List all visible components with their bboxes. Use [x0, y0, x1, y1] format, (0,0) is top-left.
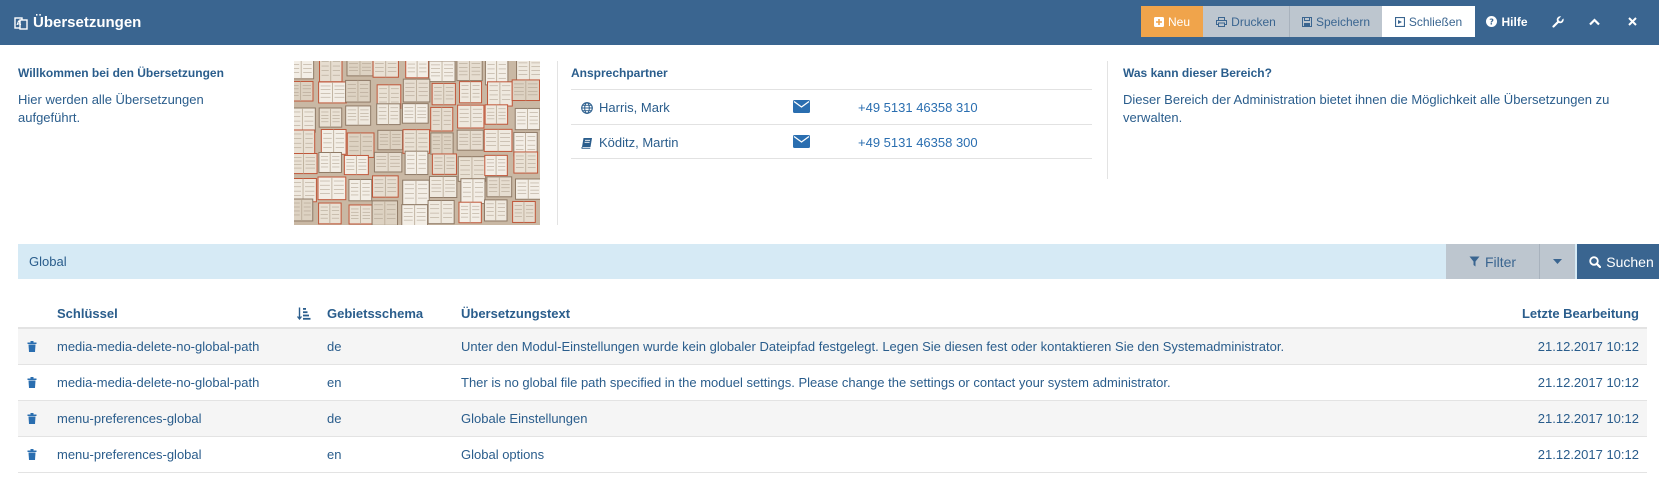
email-link[interactable]: [793, 135, 810, 151]
contact-name: Harris, Mark: [581, 90, 670, 125]
filter-dropdown-button[interactable]: [1539, 244, 1575, 279]
welcome-title: Willkommen bei den Übersetzungen: [18, 66, 224, 80]
last-updated: 21.12.2017 10:12: [1537, 447, 1639, 462]
close-page-button[interactable]: Schließen: [1382, 6, 1475, 37]
svg-text:?: ?: [1490, 18, 1495, 27]
language-icon: A: [14, 16, 28, 30]
translation-key: media-media-delete-no-global-path: [57, 375, 260, 390]
trash-icon: [27, 377, 37, 388]
translation-key: menu-preferences-global: [57, 447, 202, 462]
search-button[interactable]: Suchen: [1577, 244, 1659, 279]
translation-locale: de: [327, 411, 342, 426]
translation-key: menu-preferences-global: [57, 411, 202, 426]
last-updated: 21.12.2017 10:12: [1537, 339, 1639, 354]
close-icon: [1627, 17, 1637, 26]
translation-key: media-media-delete-no-global-path: [57, 339, 260, 354]
sort-button[interactable]: [297, 301, 311, 325]
about-text: Dieser Bereich der Administration bietet…: [1123, 92, 1610, 125]
globe-icon: [581, 101, 593, 114]
column-divider: [557, 61, 558, 225]
last-updated: 21.12.2017 10:12: [1537, 411, 1639, 426]
phone-link[interactable]: +49 5131 46358 300: [858, 125, 978, 160]
collapse-button[interactable]: [1580, 6, 1608, 37]
translation-text: Globale Einstellungen: [461, 411, 588, 426]
filter-icon: [1469, 256, 1480, 267]
save-button[interactable]: Speichern: [1289, 6, 1382, 37]
trash-icon: [27, 413, 37, 424]
contact-row: Köditz, Martin +49 5131 46358 300: [571, 124, 1092, 159]
envelope-icon: [793, 135, 810, 148]
contact-name-text: Harris, Mark: [599, 100, 670, 115]
column-header-text-label: Übersetzungstext: [461, 305, 571, 321]
caret-down-icon: [1553, 259, 1562, 264]
email-link[interactable]: [793, 100, 810, 116]
about-title: Was kann dieser Bereich?: [1123, 66, 1272, 80]
search-button-label: Suchen: [1606, 253, 1654, 270]
search-query[interactable]: Global: [29, 244, 67, 279]
settings-button[interactable]: [1544, 6, 1572, 37]
contacts-title: Ansprechpartner: [571, 66, 668, 80]
app-header: A Übersetzungen Neu Drucken Speichern Sc…: [0, 0, 1659, 45]
sort-amount-icon: [297, 307, 311, 320]
search-icon: [1589, 255, 1602, 268]
contact-name-text: Köditz, Martin: [599, 135, 679, 150]
close-window-icon: [1394, 16, 1405, 27]
new-button[interactable]: Neu: [1141, 6, 1203, 37]
contact-name: Köditz, Martin: [581, 125, 678, 160]
save-icon: [1301, 16, 1312, 27]
delete-button[interactable]: [27, 365, 37, 400]
table-row[interactable]: menu-preferences-global en Global option…: [18, 437, 1647, 473]
welcome-text: Hier werden alle Übersetzungen aufgeführ…: [18, 92, 204, 125]
filter-button[interactable]: Filter: [1446, 244, 1539, 279]
column-header-locale[interactable]: Gebietsschema: [327, 301, 423, 325]
page-title: A Übersetzungen: [14, 0, 141, 45]
save-button-label: Speichern: [1315, 14, 1371, 29]
table-row[interactable]: menu-preferences-global de Globale Einst…: [18, 401, 1647, 437]
search-bar: Global Filter Suchen: [18, 244, 1659, 279]
svg-text:A: A: [17, 20, 22, 27]
last-updated: 21.12.2017 10:12: [1537, 375, 1639, 390]
question-circle-icon: ?: [1486, 16, 1498, 27]
translation-text: Ther is no global file path specified in…: [461, 375, 1171, 390]
column-header-text[interactable]: Übersetzungstext: [461, 301, 570, 325]
help-button-label: Hilfe: [1501, 14, 1528, 29]
translation-locale: en: [327, 447, 342, 462]
print-icon: [1216, 16, 1228, 27]
column-divider: [1107, 61, 1108, 179]
translation-text: Global options: [461, 447, 545, 462]
close-page-button-label: Schließen: [1408, 14, 1463, 29]
wrench-icon: [1552, 15, 1564, 28]
book-icon: [581, 137, 592, 149]
translation-locale: en: [327, 375, 342, 390]
phone-link[interactable]: +49 5131 46358 310: [858, 90, 978, 125]
print-button-label: Drucken: [1231, 14, 1276, 29]
filter-button-label: Filter: [1484, 253, 1517, 270]
column-header-updated-label: Letzte Bearbeitung: [1521, 305, 1639, 321]
delete-button[interactable]: [27, 329, 37, 364]
table-row[interactable]: media-media-delete-no-global-path de Unt…: [18, 329, 1647, 365]
column-header-key[interactable]: Schlüssel: [57, 301, 118, 325]
envelope-icon: [793, 100, 810, 113]
books-image: [294, 61, 540, 225]
plus-square-icon: [1153, 16, 1164, 27]
close-button[interactable]: [1618, 6, 1646, 37]
trash-icon: [27, 449, 37, 460]
delete-button[interactable]: [27, 437, 37, 472]
trash-icon: [27, 341, 37, 352]
translation-text: Unter den Modul-Einstellungen wurde kein…: [461, 339, 1285, 354]
page-title-text: Übersetzungen: [33, 14, 142, 31]
translation-locale: de: [327, 339, 342, 354]
column-header-updated[interactable]: Letzte Bearbeitung: [1522, 301, 1639, 325]
help-button[interactable]: ? Hilfe: [1482, 6, 1532, 37]
column-header-locale-label: Gebietsschema: [327, 305, 424, 321]
print-button[interactable]: Drucken: [1203, 6, 1289, 37]
delete-button[interactable]: [27, 401, 37, 436]
column-header-key-label: Schlüssel: [57, 305, 118, 321]
contact-row: Harris, Mark +49 5131 46358 310: [571, 89, 1092, 124]
table-row[interactable]: media-media-delete-no-global-path en The…: [18, 365, 1647, 401]
new-button-label: Neu: [1167, 14, 1190, 29]
chevron-up-icon: [1588, 17, 1600, 25]
